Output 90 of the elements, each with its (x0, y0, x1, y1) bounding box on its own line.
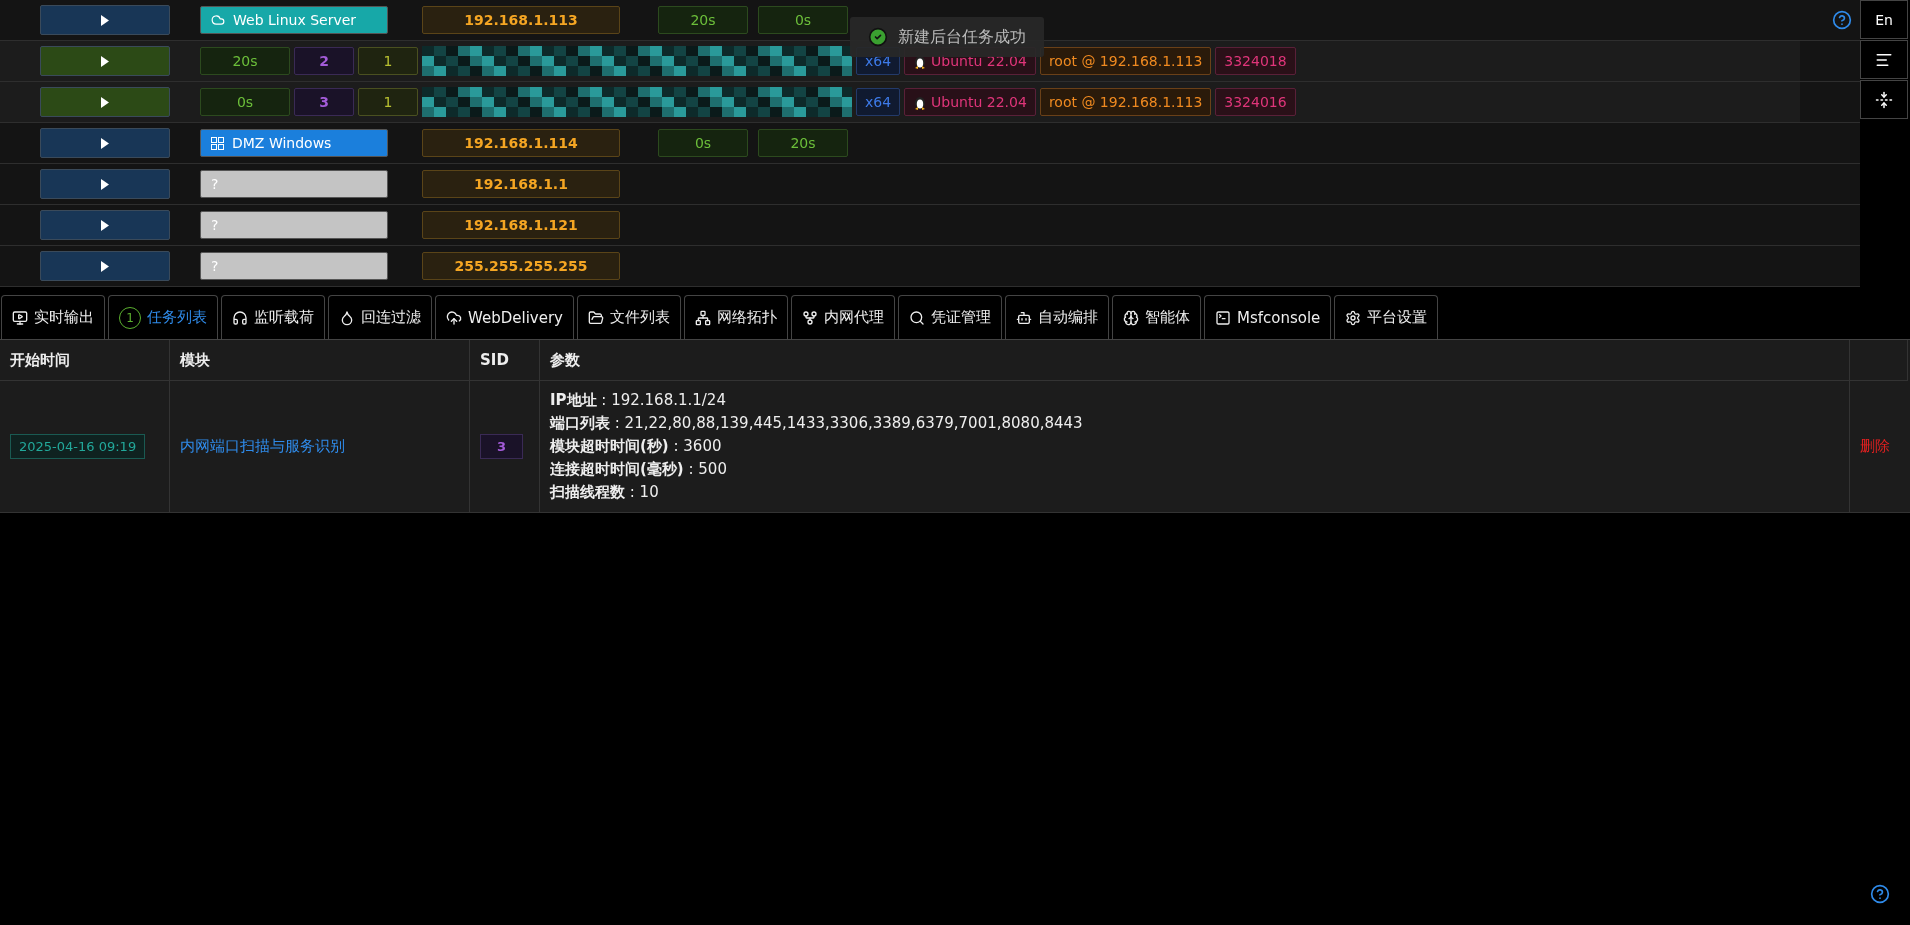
play-button[interactable] (40, 128, 170, 158)
tab[interactable]: 凭证管理 (897, 295, 1002, 339)
tab[interactable]: 实时输出 (1, 295, 105, 339)
column-header: 参数 (540, 340, 1850, 381)
help-icon[interactable] (1832, 10, 1852, 30)
settings-icon (1345, 309, 1362, 326)
heartbeat-tag: 20s (200, 47, 290, 75)
os-name: Ubuntu 22.04 (931, 53, 1027, 69)
timer-tag: 20s (758, 129, 848, 157)
host-name: DMZ Windows (232, 135, 332, 151)
play-icon (101, 96, 109, 108)
search-icon (908, 309, 925, 326)
play-button[interactable] (40, 169, 170, 199)
pid-tag: 3324018 (1215, 47, 1296, 75)
play-button[interactable] (40, 5, 170, 35)
cloud-icon (211, 13, 225, 27)
toast-message: 新建后台任务成功 (898, 26, 1026, 48)
timer-tag: 0s (658, 129, 748, 157)
play-icon (101, 55, 109, 67)
delete-link[interactable]: 删除 (1860, 437, 1890, 456)
check-icon (868, 27, 888, 47)
tab[interactable]: WebDelivery (435, 295, 574, 339)
align-button[interactable] (1860, 40, 1908, 79)
ip-tag: 192.168.1.113 (422, 6, 620, 34)
ip-tag: 192.168.1.1 (422, 170, 620, 198)
user-tag: root @ 192.168.1.113 (1039, 88, 1212, 116)
ip-tag: 192.168.1.114 (422, 129, 620, 157)
tab[interactable]: 文件列表 (576, 295, 681, 339)
fork-icon (801, 309, 818, 326)
host-name: ? (211, 217, 219, 233)
play-button[interactable] (40, 251, 170, 281)
cloud-upload-icon (446, 309, 462, 326)
user-tag: root @ 192.168.1.113 (1039, 47, 1212, 75)
bot-icon (1015, 309, 1032, 326)
column-header: 模块 (170, 340, 470, 381)
tab[interactable]: 回连过滤 (328, 295, 432, 339)
play-icon (101, 137, 109, 149)
host-name: ? (211, 258, 219, 274)
tab[interactable]: Msfconsole (1203, 295, 1332, 339)
tab[interactable]: 内网代理 (790, 295, 895, 339)
host-name: Web Linux Server (233, 12, 357, 28)
module-link[interactable]: 内网端口扫描与服务识别 (180, 437, 345, 456)
terminal-icon (1214, 309, 1231, 326)
play-icon (101, 260, 109, 272)
date-tag: 2025-04-16 09:19 (10, 434, 146, 459)
penguin-icon (913, 94, 928, 110)
column-header: SID (470, 340, 540, 381)
headphones-icon (232, 309, 248, 326)
network-icon (694, 309, 711, 326)
session-id-tag: 2 (294, 47, 354, 75)
os-name: Ubuntu 22.04 (931, 94, 1027, 110)
column-header: 开始时间 (0, 340, 170, 381)
play-button[interactable] (40, 210, 170, 240)
param-line: 扫描线程数 : 10 (550, 483, 660, 502)
language-button[interactable]: En (1860, 0, 1908, 39)
param-line: 端口列表 : 21,22,80,88,139,445,1433,3306,3389,6379,7001,8080,8443 (550, 414, 1083, 433)
count-tag: 1 (358, 88, 418, 116)
collapse-button[interactable] (1860, 80, 1908, 119)
screen-icon (12, 309, 28, 326)
fold-icon (1875, 90, 1893, 109)
heartbeat-tag: 0s (200, 88, 290, 116)
folder-icon (587, 309, 604, 326)
brain-icon (1122, 309, 1139, 326)
timer-tag: 20s (658, 6, 748, 34)
tab[interactable]: 自动编排 (1004, 295, 1109, 339)
session-id-tag: 3 (294, 88, 354, 116)
pid-tag: 3324016 (1215, 88, 1296, 116)
timer-tag: 0s (758, 6, 848, 34)
tab[interactable]: 平台设置 (1334, 295, 1439, 339)
host-name: ? (211, 176, 219, 192)
windows-icon (211, 136, 224, 150)
ip-tag: 192.168.1.121 (422, 211, 620, 239)
play-icon (101, 219, 109, 231)
param-line: 模块超时时间(秒) : 3600 (550, 437, 723, 456)
drop-icon (339, 309, 355, 326)
sid-tag: 3 (480, 434, 524, 459)
count-tag: 1 (358, 47, 418, 75)
play-icon (101, 178, 109, 190)
play-button[interactable] (40, 46, 170, 76)
tab[interactable]: 监听载荷 (221, 295, 325, 339)
play-icon (101, 14, 109, 26)
tab[interactable]: 智能体 (1111, 295, 1201, 339)
tab[interactable]: 1 任务列表 (108, 295, 218, 339)
param-line: 连接超时时间(毫秒) : 500 (550, 460, 728, 479)
param-line: IP地址 : 192.168.1.1/24 (550, 391, 727, 410)
arch-tag: x64 (856, 88, 901, 116)
ip-tag: 255.255.255.255 (422, 252, 620, 280)
tab[interactable]: 网络拓扑 (683, 295, 788, 339)
play-button[interactable] (40, 87, 170, 117)
help-icon[interactable] (1870, 884, 1890, 904)
